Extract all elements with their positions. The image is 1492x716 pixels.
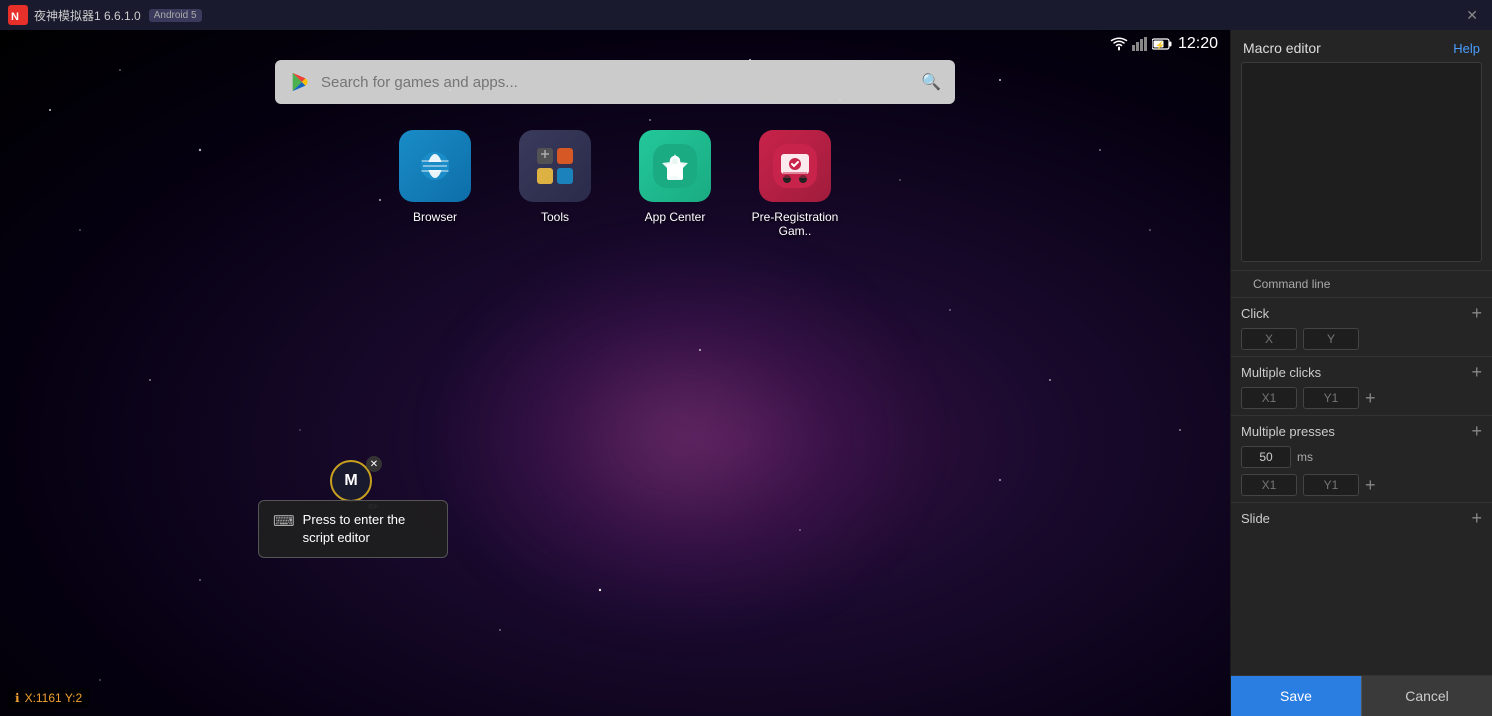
multiple-clicks-x1-input[interactable] [1241, 387, 1297, 409]
macro-button-label: M [344, 472, 357, 490]
status-bar: ⚡ 12:20 [1110, 30, 1230, 58]
appcenter-label: App Center [645, 210, 706, 224]
search-icon: 🔍 [921, 72, 941, 92]
tooltip-text: Press to enter the script editor [303, 511, 433, 547]
multiple-presses-plus-icon: + [1365, 475, 1376, 496]
search-input[interactable] [321, 74, 911, 91]
main-layout: ⚡ 12:20 🔍 [0, 30, 1492, 716]
macro-close-button[interactable]: ✕ [366, 456, 382, 472]
multiple-presses-row: Multiple presses + ms + [1231, 415, 1492, 502]
status-time: 12:20 [1178, 35, 1218, 53]
multiple-presses-x1-input[interactable] [1241, 474, 1297, 496]
slide-add-button[interactable]: + [1471, 509, 1482, 527]
status-icons: ⚡ [1110, 37, 1172, 51]
close-button[interactable]: ✕ [1460, 5, 1484, 26]
click-coord-inputs [1241, 328, 1482, 350]
app-grid: Browser Tools [390, 130, 840, 238]
search-bar[interactable]: 🔍 [275, 60, 955, 104]
tools-label: Tools [541, 210, 569, 224]
wifi-icon [1110, 37, 1128, 51]
multiple-presses-header: Multiple presses + [1241, 422, 1482, 440]
multiple-clicks-add-button[interactable]: + [1471, 363, 1482, 381]
right-panel: Macro editor Help Command line Click + M… [1230, 30, 1492, 716]
multiple-clicks-header: Multiple clicks + [1241, 363, 1482, 381]
svg-text:N: N [11, 11, 19, 23]
browser-icon [399, 130, 471, 202]
multiple-clicks-plus-icon: + [1365, 388, 1376, 409]
multiple-presses-add-button[interactable]: + [1471, 422, 1482, 440]
slide-row-header: Slide + [1241, 509, 1482, 527]
tooltip-icon: ⌨ [273, 512, 295, 530]
panel-header: Macro editor Help [1231, 30, 1492, 62]
panel-title: Macro editor [1243, 40, 1321, 56]
multiple-clicks-inputs: + [1241, 387, 1482, 409]
slide-row: Slide + [1231, 502, 1492, 539]
help-link[interactable]: Help [1453, 41, 1480, 56]
prereg-label: Pre-Registration Gam.. [750, 210, 840, 238]
slide-label: Slide [1241, 511, 1270, 526]
multiple-presses-coord-inputs: + [1241, 474, 1482, 496]
info-icon: ℹ [15, 691, 20, 705]
svg-text:⚡: ⚡ [1155, 40, 1165, 50]
command-line-section: Command line [1231, 270, 1492, 297]
click-x-input[interactable] [1241, 328, 1297, 350]
app-item-browser[interactable]: Browser [390, 130, 480, 238]
multiple-clicks-label: Multiple clicks [1241, 365, 1321, 380]
click-command-row: Click + [1231, 297, 1492, 356]
multiple-presses-inputs: ms [1241, 446, 1482, 468]
click-y-input[interactable] [1303, 328, 1359, 350]
command-line-label: Command line [1241, 273, 1342, 295]
multiple-presses-y1-input[interactable] [1303, 474, 1359, 496]
android-version-badge: Android 5 [149, 9, 202, 22]
emulator-area: ⚡ 12:20 🔍 [0, 30, 1230, 716]
save-button[interactable]: Save [1231, 676, 1361, 716]
ms-label: ms [1297, 450, 1313, 464]
multiple-clicks-y1-input[interactable] [1303, 387, 1359, 409]
click-add-button[interactable]: + [1471, 304, 1482, 322]
prereg-icon [759, 130, 831, 202]
app-item-appcenter[interactable]: App Center [630, 130, 720, 238]
multiple-presses-label: Multiple presses [1241, 424, 1335, 439]
multiple-clicks-row: Multiple clicks + + [1231, 356, 1492, 415]
app-item-prereg[interactable]: Pre-Registration Gam.. [750, 130, 840, 238]
battery-icon: ⚡ [1152, 38, 1172, 50]
click-label: Click [1241, 306, 1269, 321]
app-item-tools[interactable]: Tools [510, 130, 600, 238]
ms-value-input[interactable] [1241, 446, 1291, 468]
click-row-header: Click + [1241, 304, 1482, 322]
appcenter-icon [639, 130, 711, 202]
signal-icon [1132, 37, 1148, 51]
script-editor-textarea[interactable] [1241, 62, 1482, 262]
cancel-button[interactable]: Cancel [1361, 676, 1492, 716]
browser-label: Browser [413, 210, 457, 224]
google-play-icon [289, 71, 311, 93]
coord-values: X:1161 Y:2 [25, 691, 83, 705]
coordinates-display: ℹ X:1161 Y:2 [8, 688, 89, 708]
bottom-buttons: Save Cancel [1231, 675, 1492, 716]
script-editor-tooltip: ⌨ Press to enter the script editor [258, 500, 448, 558]
app-title: 夜神模拟器1 6.6.1.0 [34, 7, 141, 24]
titlebar: N 夜神模拟器1 6.6.1.0 Android 5 ✕ [0, 0, 1492, 30]
tools-icon [519, 130, 591, 202]
app-logo: N [8, 5, 28, 25]
